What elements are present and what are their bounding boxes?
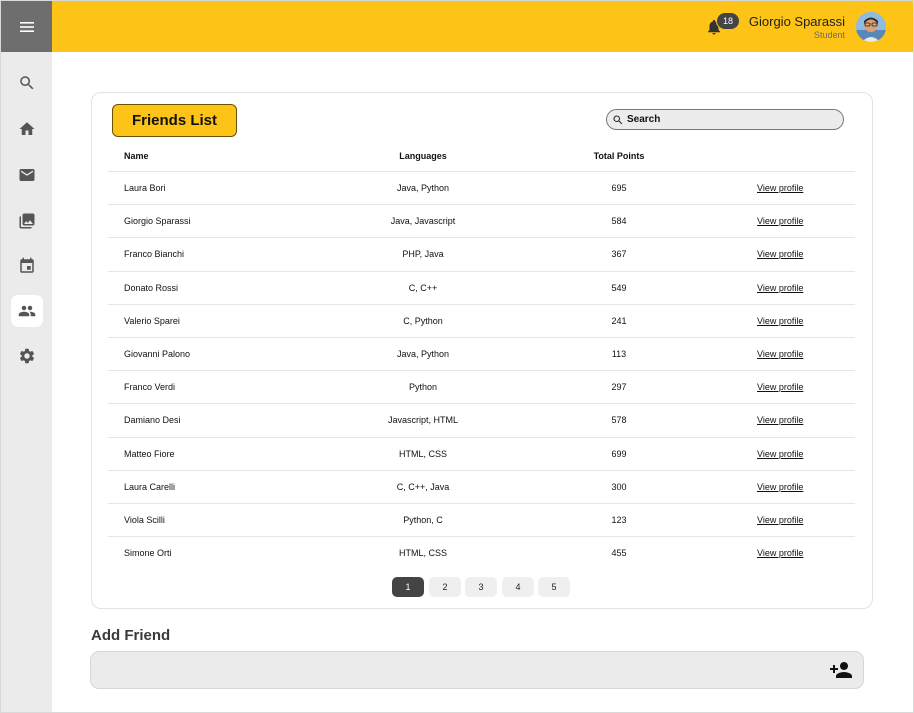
sidebar-item-friends[interactable]	[11, 295, 43, 327]
search-input[interactable]	[624, 114, 827, 125]
view-profile-link[interactable]: View profile	[757, 216, 803, 226]
row-divider	[108, 503, 855, 504]
friend-points: 123	[611, 515, 627, 525]
friend-points: 455	[611, 548, 627, 558]
friends-list-title[interactable]: Friends List	[112, 104, 237, 137]
page-button-2[interactable]: 2	[429, 577, 461, 597]
friend-points: 297	[611, 382, 627, 392]
friend-languages: Java, Python	[396, 183, 450, 193]
home-icon	[19, 122, 35, 135]
row-divider	[108, 536, 855, 537]
row-divider	[108, 470, 855, 471]
view-profile-link[interactable]: View profile	[757, 415, 803, 425]
friend-languages: Javascript, HTML	[387, 415, 458, 425]
friend-languages: Java, Python	[396, 349, 450, 359]
view-profile-link[interactable]: View profile	[757, 316, 803, 326]
column-header-points: Total Points	[593, 151, 645, 161]
user-name[interactable]: Giorgio Sparassi	[700, 14, 845, 29]
search-icon	[613, 115, 623, 124]
friend-points: 300	[611, 482, 627, 492]
friend-name: Simone Orti	[124, 548, 172, 558]
friend-points: 367	[611, 249, 627, 259]
friend-points: 578	[611, 415, 627, 425]
search-box[interactable]	[606, 109, 844, 130]
sidebar-item-mail[interactable]	[11, 159, 43, 191]
view-profile-link[interactable]: View profile	[757, 482, 803, 492]
gear-icon	[19, 348, 35, 364]
friend-languages: C, C++, Java	[396, 482, 450, 492]
row-divider	[108, 370, 855, 371]
view-profile-link[interactable]: View profile	[757, 382, 803, 392]
friends-icon	[18, 305, 36, 317]
friend-name: Viola Scilli	[124, 515, 165, 525]
friend-name: Donato Rossi	[124, 283, 179, 293]
page-button-1[interactable]: 1	[392, 577, 424, 597]
row-divider	[108, 437, 855, 438]
row-divider	[108, 171, 855, 172]
avatar[interactable]	[856, 12, 886, 42]
add-user-icon[interactable]	[829, 660, 853, 680]
friend-languages: Python, C	[403, 515, 443, 525]
sidebar-item-gallery[interactable]	[11, 205, 43, 237]
friend-name: Laura Carelli	[124, 482, 176, 492]
row-divider	[108, 304, 855, 305]
page-button-4[interactable]: 4	[502, 577, 534, 597]
friend-languages: C, C++	[408, 283, 438, 293]
column-header-languages: Languages	[399, 151, 447, 161]
mail-icon	[19, 169, 35, 181]
view-profile-link[interactable]: View profile	[757, 515, 803, 525]
avatar-image	[856, 12, 886, 42]
friend-points: 699	[611, 449, 627, 459]
friend-points: 549	[611, 283, 627, 293]
friend-name: Matteo Fiore	[124, 449, 175, 459]
row-divider	[108, 337, 855, 338]
friend-name: Franco Bianchi	[124, 249, 185, 259]
gallery-icon	[19, 213, 35, 229]
friend-name: Giovanni Palono	[124, 349, 191, 359]
row-divider	[108, 403, 855, 404]
hamburger-icon	[19, 21, 34, 32]
row-divider	[108, 271, 855, 272]
friend-points: 113	[611, 349, 627, 359]
row-divider	[108, 237, 855, 238]
friend-name: Laura Bori	[124, 183, 166, 193]
sidebar-item-calendar[interactable]	[11, 250, 43, 282]
column-header-name: Name	[124, 151, 149, 161]
view-profile-link[interactable]: View profile	[757, 183, 803, 193]
friend-languages: Java, Javascript	[390, 216, 456, 226]
menu-button[interactable]	[1, 1, 52, 52]
row-divider	[108, 204, 855, 205]
calendar-icon	[20, 257, 34, 273]
friend-points: 241	[611, 316, 627, 326]
view-profile-link[interactable]: View profile	[757, 349, 803, 359]
sidebar-item-settings[interactable]	[11, 340, 43, 372]
friend-name: Giorgio Sparassi	[124, 216, 191, 226]
friend-languages: PHP, Java	[402, 249, 444, 259]
view-profile-link[interactable]: View profile	[757, 283, 803, 293]
search-icon	[20, 76, 34, 90]
view-profile-link[interactable]: View profile	[757, 449, 803, 459]
friend-points: 584	[611, 216, 627, 226]
friend-languages: HTML, CSS	[398, 449, 447, 459]
view-profile-link[interactable]: View profile	[757, 249, 803, 259]
add-friend-input[interactable]	[90, 651, 864, 689]
add-friend-title: Add Friend	[91, 627, 171, 644]
friend-languages: Python	[408, 382, 438, 392]
friend-languages: HTML, CSS	[398, 548, 447, 558]
friend-points: 695	[611, 183, 627, 193]
sidebar	[1, 52, 52, 712]
friend-languages: C, Python	[403, 316, 443, 326]
view-profile-link[interactable]: View profile	[757, 548, 803, 558]
friend-name: Franco Verdi	[124, 382, 176, 392]
sidebar-item-search[interactable]	[11, 67, 43, 99]
page-button-3[interactable]: 3	[465, 577, 497, 597]
user-role: Student	[813, 30, 845, 40]
page-button-5[interactable]: 5	[538, 577, 570, 597]
sidebar-item-home[interactable]	[11, 113, 43, 145]
friend-name: Valerio Sparei	[124, 316, 180, 326]
friend-name: Damiano Desi	[124, 415, 181, 425]
